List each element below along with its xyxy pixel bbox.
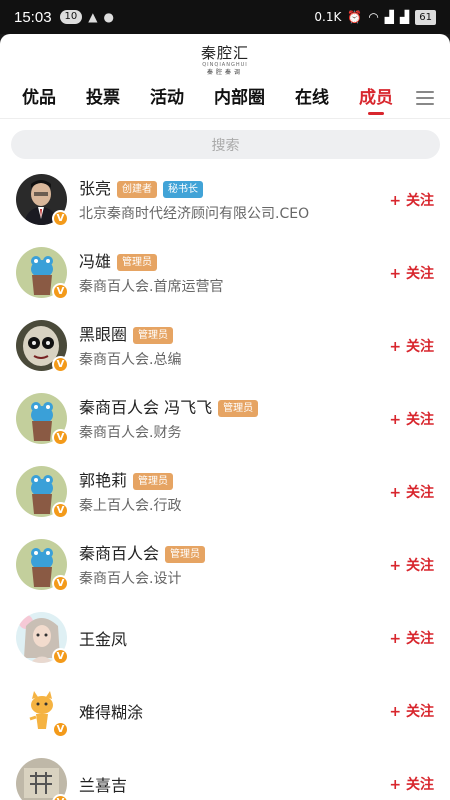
signal-icon-2: ▟ bbox=[400, 10, 410, 24]
user-icon: ● bbox=[103, 10, 114, 24]
role-badge: 管理员 bbox=[218, 399, 259, 417]
app-sheet: 秦腔汇 QINQIANGHUI 秦腔秦调 优品 投票 活动 内部圈 在线 成员 … bbox=[0, 34, 450, 800]
member-name-line: 王金凤 bbox=[79, 630, 127, 650]
member-name: 张亮 bbox=[79, 179, 112, 198]
member-name: 王金凤 bbox=[79, 630, 128, 649]
logo-subtitle: 秦腔秦调 bbox=[206, 69, 243, 76]
follow-button[interactable]: + 关注 bbox=[389, 774, 434, 794]
member-title: 北京秦商时代经济顾问有限公司.CEO bbox=[79, 206, 310, 222]
member-name: 郭艳莉 bbox=[79, 471, 128, 490]
member-row[interactable]: V 难得糊涂 + 关注 bbox=[0, 685, 450, 758]
verified-badge-icon: V bbox=[52, 721, 69, 738]
tab-vote[interactable]: 投票 bbox=[86, 86, 120, 110]
member-name-line: 张亮 创建者 秘书长 bbox=[79, 179, 204, 199]
member-row[interactable]: V 王金凤 + 关注 bbox=[0, 612, 450, 685]
verified-badge-icon: V bbox=[52, 356, 69, 373]
alarm-icon: ⏰ bbox=[347, 10, 363, 24]
menu-icon[interactable] bbox=[416, 91, 434, 105]
member-row[interactable]: V 郭艳莉 管理员秦上百人会.行政 + 关注 bbox=[0, 466, 450, 539]
member-row[interactable]: V 黑眼圈 管理员秦商百人会.总编 + 关注 bbox=[0, 320, 450, 393]
member-name-line: 难得糊涂 bbox=[79, 703, 143, 723]
follow-button[interactable]: + 关注 bbox=[389, 482, 434, 502]
tab-online[interactable]: 在线 bbox=[295, 86, 329, 110]
tab-activity[interactable]: 活动 bbox=[150, 86, 184, 110]
tab-inner-circle[interactable]: 内部圈 bbox=[214, 86, 265, 110]
logo-pinyin: QINQIANGHUI bbox=[202, 62, 248, 68]
divider bbox=[0, 118, 450, 119]
member-title: 秦商百人会.首席运营官 bbox=[79, 279, 224, 295]
status-bar: 15:03 10 ▲ ● 0.1K ⏰ ◠ ▟ ▟ 61 bbox=[0, 0, 450, 34]
role-badge: 秘书长 bbox=[163, 180, 204, 198]
member-name-line: 兰喜吉 bbox=[79, 776, 127, 796]
follow-button[interactable]: + 关注 bbox=[389, 190, 434, 210]
member-name-line: 郭艳莉 管理员 bbox=[79, 471, 174, 491]
role-badge: 管理员 bbox=[133, 472, 174, 490]
member-name-line: 秦商百人会 冯飞飞 管理员 bbox=[79, 398, 259, 418]
role-badge: 管理员 bbox=[165, 545, 206, 563]
member-row[interactable]: V 冯雄 管理员秦商百人会.首席运营官 + 关注 bbox=[0, 247, 450, 320]
signal-icon: ▟ bbox=[384, 10, 395, 24]
verified-badge-icon: V bbox=[52, 429, 69, 446]
member-name: 兰喜吉 bbox=[79, 776, 128, 795]
follow-button[interactable]: + 关注 bbox=[389, 628, 434, 648]
member-row[interactable]: V 秦商百人会 冯飞飞 管理员秦商百人会.财务 + 关注 bbox=[0, 393, 450, 466]
member-title: 秦商百人会.财务 bbox=[79, 425, 182, 441]
follow-button[interactable]: + 关注 bbox=[389, 555, 434, 575]
member-title: 秦商百人会.设计 bbox=[79, 571, 182, 587]
member-name-line: 秦商百人会 管理员 bbox=[79, 544, 206, 564]
verified-badge-icon: V bbox=[52, 283, 69, 300]
member-name-line: 黑眼圈 管理员 bbox=[79, 325, 174, 345]
verified-badge-icon: V bbox=[52, 575, 69, 592]
logo-title: 秦腔汇 bbox=[200, 44, 249, 62]
battery-level: 61 bbox=[415, 9, 436, 25]
member-title: 秦上百人会.行政 bbox=[79, 498, 182, 514]
member-name: 冯雄 bbox=[79, 252, 112, 271]
notification-count: 10 bbox=[59, 10, 83, 24]
tab-youpin[interactable]: 优品 bbox=[22, 86, 56, 110]
follow-button[interactable]: + 关注 bbox=[389, 409, 434, 429]
network-speed: 0.1K bbox=[314, 10, 342, 24]
member-title: 秦商百人会.总编 bbox=[79, 352, 182, 368]
verified-badge-icon: V bbox=[52, 794, 69, 800]
search-input[interactable]: 搜索 bbox=[11, 130, 440, 159]
member-row[interactable]: V 兰喜吉 + 关注 bbox=[0, 758, 450, 800]
follow-button[interactable]: + 关注 bbox=[389, 701, 434, 721]
app-logo: 秦腔汇 QINQIANGHUI 秦腔秦调 bbox=[190, 44, 260, 80]
role-badge: 创建者 bbox=[117, 180, 158, 198]
android-icon: ▲ bbox=[88, 10, 98, 24]
follow-button[interactable]: + 关注 bbox=[389, 263, 434, 283]
wifi-icon: ◠ bbox=[368, 10, 379, 24]
tab-members[interactable]: 成员 bbox=[359, 86, 393, 110]
member-name-line: 冯雄 管理员 bbox=[79, 252, 158, 272]
member-name: 黑眼圈 bbox=[79, 325, 128, 344]
role-badge: 管理员 bbox=[133, 326, 174, 344]
member-row[interactable]: V 张亮 创建者 秘书长北京秦商时代经济顾问有限公司.CEO + 关注 bbox=[0, 174, 450, 247]
verified-badge-icon: V bbox=[52, 210, 69, 227]
role-badge: 管理员 bbox=[117, 253, 158, 271]
member-name: 难得糊涂 bbox=[79, 703, 144, 722]
verified-badge-icon: V bbox=[52, 648, 69, 665]
active-tab-indicator bbox=[368, 112, 384, 115]
member-name: 秦商百人会 bbox=[79, 544, 160, 563]
member-name: 秦商百人会 冯飞飞 bbox=[79, 398, 213, 417]
tab-bar: 优品 投票 活动 内部圈 在线 成员 bbox=[0, 86, 450, 122]
status-time: 15:03 bbox=[14, 8, 52, 26]
member-row[interactable]: V 秦商百人会 管理员秦商百人会.设计 + 关注 bbox=[0, 539, 450, 612]
verified-badge-icon: V bbox=[52, 502, 69, 519]
follow-button[interactable]: + 关注 bbox=[389, 336, 434, 356]
